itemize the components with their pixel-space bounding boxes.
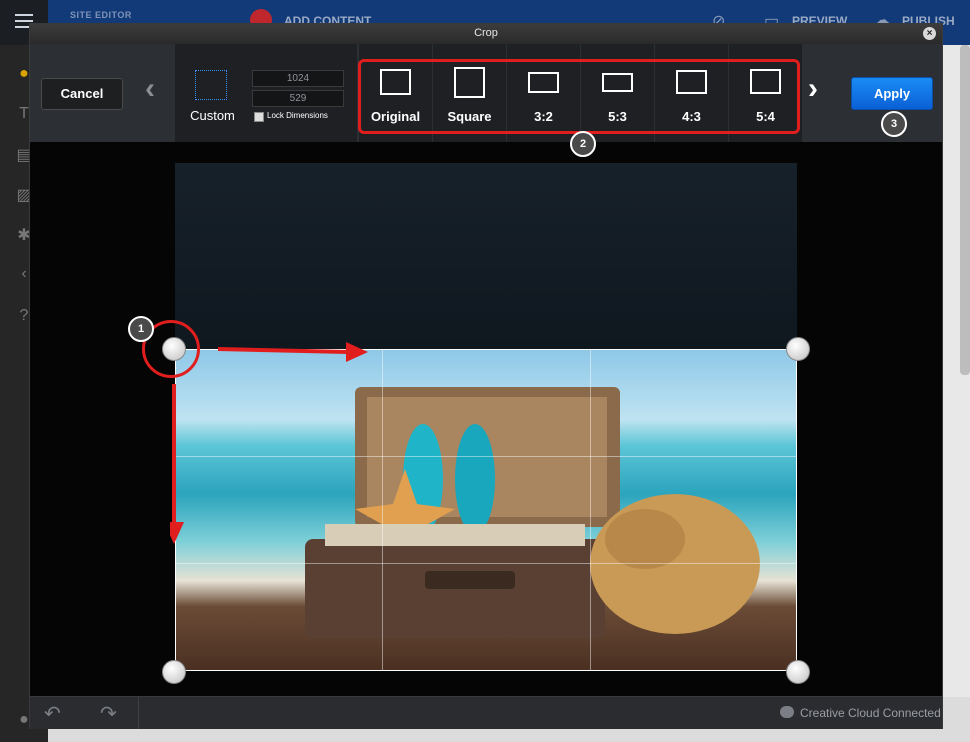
crop-handle-top-right[interactable]: [786, 337, 810, 361]
width-input[interactable]: 1024: [252, 70, 344, 87]
crop-handle-bottom-right[interactable]: [786, 660, 810, 684]
arrow-right-head: [346, 342, 368, 362]
height-input[interactable]: 529: [252, 90, 344, 107]
crop-toolbar: Cancel ‹ Custom 1024 529 Lock Dimensions…: [30, 44, 942, 143]
redo-icon[interactable]: ↷: [100, 701, 117, 726]
undo-icon[interactable]: ↶: [44, 701, 61, 726]
creative-cloud-icon: [780, 706, 794, 718]
custom-crop-option[interactable]: Custom 1024 529 Lock Dimensions: [175, 44, 357, 142]
cancel-button[interactable]: Cancel: [41, 78, 123, 110]
callout-2: 2: [570, 131, 596, 157]
chevron-left-icon[interactable]: ‹: [145, 72, 155, 106]
dialog-titlebar: Crop ×: [30, 24, 942, 44]
crop-canvas: [30, 142, 942, 696]
custom-crop-icon: [195, 70, 227, 100]
lock-dimensions-checkbox[interactable]: [254, 112, 264, 122]
arrow-down-head: [170, 522, 184, 544]
custom-label: Custom: [190, 108, 235, 123]
arrow-right-line: [217, 347, 349, 354]
presets-highlight: [358, 59, 800, 134]
close-icon[interactable]: ×: [923, 27, 936, 40]
callout-3: 3: [881, 111, 907, 137]
site-editor-label: SITE EDITOR: [70, 10, 132, 20]
creative-cloud-status: Creative Cloud Connected: [800, 706, 941, 720]
cropped-out-area: [175, 163, 797, 349]
footer-divider: [138, 697, 139, 729]
dialog-title: Crop: [474, 27, 498, 39]
callout-1: 1: [128, 316, 154, 342]
apply-button[interactable]: Apply: [851, 77, 933, 110]
annotation-arrows: [170, 342, 368, 544]
page-scrollbar[interactable]: [960, 45, 970, 375]
crop-dialog: Crop × Cancel ‹ Custom 1024 529 Lock Dim…: [29, 23, 943, 729]
chevron-right-icon[interactable]: ›: [808, 72, 818, 106]
lock-dimensions-label: Lock Dimensions: [267, 111, 328, 120]
crop-handle-bottom-left[interactable]: [162, 660, 186, 684]
dialog-footer: ↶ ↷ Creative Cloud Connected: [30, 696, 942, 729]
